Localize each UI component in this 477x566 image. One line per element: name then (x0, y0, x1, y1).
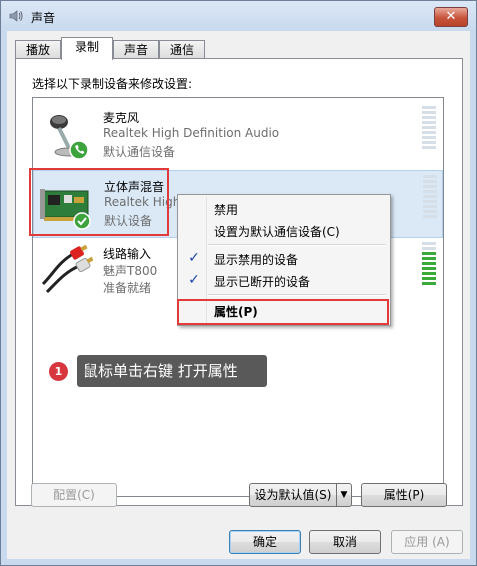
device-status: 准备就绪 (103, 281, 152, 295)
ok-button[interactable]: 确定 (229, 530, 301, 554)
microphone-icon (50, 115, 89, 160)
close-icon: ✕ (445, 9, 457, 24)
menu-item-label: 显示已断开的设备 (214, 275, 311, 289)
window-title: 声音 (31, 11, 56, 25)
device-item-microphone[interactable]: 麦克风 Realtek High Definition Audio 默认通信设备 (33, 102, 443, 170)
step-number-badge: 1 (49, 362, 68, 381)
menu-item-label: 设置为默认通信设备(C) (214, 225, 340, 239)
phone-badge (69, 140, 89, 160)
speaker-icon (9, 10, 23, 22)
menu-item-label: 禁用 (214, 203, 239, 217)
sound-dialog: 声音 ✕ 播放 录制 声音 通信 选择以下录制设备来修改设置: 麦克风 Real… (0, 0, 477, 566)
chevron-down-icon: ▼ (340, 490, 348, 500)
tab-sounds[interactable]: 声音 (113, 40, 159, 59)
menu-item-label: 显示禁用的设备 (214, 253, 299, 267)
highlight-stereo-mix (29, 168, 169, 236)
device-name: 线路输入 (103, 247, 152, 261)
device-driver: Realtek High Definition Audio (103, 126, 280, 140)
menu-separator (208, 294, 386, 296)
cancel-button[interactable]: 取消 (309, 530, 381, 554)
check-icon: ✓ (188, 250, 200, 266)
device-status: 默认通信设备 (103, 145, 176, 159)
close-button[interactable]: ✕ (434, 7, 468, 27)
menu-separator (208, 244, 386, 246)
menu-item-set-default-comm[interactable]: 设置为默认通信设备(C) (178, 219, 390, 241)
level-meter (422, 106, 436, 149)
device-driver: 魅声T800 (103, 264, 158, 278)
menu-item-show-disconnected[interactable]: ✓ 显示已断开的设备 (178, 269, 390, 291)
configure-button[interactable]: 配置(C) (31, 483, 117, 507)
apply-button[interactable]: 应用 (A) (391, 530, 463, 554)
instruction-text: 选择以下录制设备来修改设置: (32, 77, 193, 91)
highlight-properties-item (177, 299, 389, 325)
rca-cable-icon (41, 244, 93, 294)
dialog-body: 播放 录制 声音 通信 选择以下录制设备来修改设置: 麦克风 Realtek H… (7, 31, 470, 559)
menu-item-disable[interactable]: 禁用 (178, 197, 390, 219)
set-default-dropdown-button[interactable]: ▼ (336, 483, 352, 507)
level-meter (422, 242, 436, 285)
properties-button[interactable]: 属性(P) (361, 483, 447, 507)
title-bar[interactable]: 声音 ✕ (1, 1, 476, 32)
level-meter (423, 175, 437, 218)
instruction-callout: 鼠标单击右键 打开属性 (77, 355, 267, 387)
tab-recording[interactable]: 录制 (61, 37, 113, 60)
check-icon: ✓ (188, 272, 200, 288)
tab-communications[interactable]: 通信 (159, 40, 205, 59)
menu-item-show-disabled[interactable]: ✓ 显示禁用的设备 (178, 247, 390, 269)
tab-playback[interactable]: 播放 (15, 40, 61, 59)
device-name: 麦克风 (103, 111, 140, 125)
set-default-button[interactable]: 设为默认值(S) (249, 483, 337, 507)
